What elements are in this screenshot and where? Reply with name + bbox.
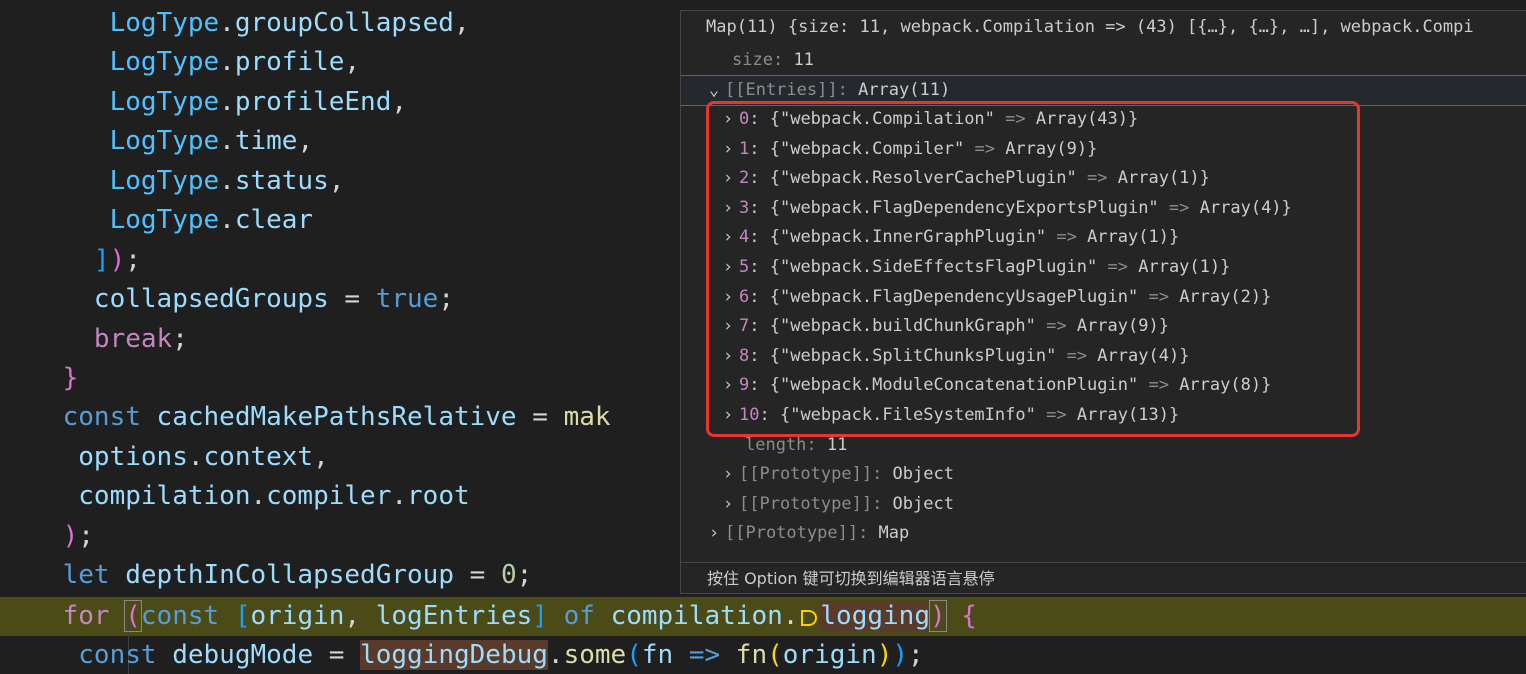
chevron-right-icon[interactable]: › — [717, 371, 739, 400]
entry-key: "webpack.ModuleConcatenationPlugin" — [779, 375, 1139, 396]
code-line: const debugMode = loggingDebug.some(fn =… — [78, 640, 924, 670]
tree-row-prototype[interactable]: › [[Prototype]]: Map — [681, 519, 1526, 548]
chevron-right-icon[interactable]: › — [717, 194, 739, 223]
entry-arrow: => — [1148, 286, 1169, 307]
entry-row[interactable]: › 1: {"webpack.Compiler" => Array(9)} — [681, 135, 1526, 164]
chevron-right-icon[interactable]: › — [717, 401, 739, 430]
entry-value: Array(2) — [1179, 286, 1262, 307]
entry-row[interactable]: › 6: {"webpack.FlagDependencyUsagePlugin"… — [681, 283, 1526, 312]
entry-row[interactable]: › 4: {"webpack.InnerGraphPlugin" => Array… — [681, 223, 1526, 252]
entry-value: Array(1) — [1087, 227, 1169, 248]
entry-value: Array(4) — [1097, 345, 1180, 366]
hover-footer-hint: 按住 Option 键可切换到编辑器语言悬停 — [707, 569, 995, 588]
chevron-right-icon[interactable]: › — [717, 490, 739, 519]
entry-row[interactable]: › 7: {"webpack.buildChunkGraph" => Array(… — [681, 312, 1526, 341]
debug-hover-popup[interactable]: Map(11) {size: 11, webpack.Compilation =… — [680, 10, 1526, 594]
entry-arrow: => — [1005, 109, 1026, 129]
entry-arrow: => — [1056, 227, 1077, 248]
chevron-right-icon[interactable]: › — [703, 519, 725, 548]
chevron-right-icon[interactable]: › — [717, 135, 739, 164]
chevron-right-icon[interactable]: › — [717, 460, 739, 489]
entry-index: 9 — [739, 375, 750, 396]
debug-step-icon[interactable] — [801, 610, 818, 626]
hover-title: Map(11) {size: 11, webpack.Compilation =… — [706, 17, 1474, 37]
chevron-right-icon[interactable]: › — [717, 105, 739, 134]
entry-index: 6 — [739, 286, 750, 307]
entry-row[interactable]: › 8: {"webpack.SplitChunksPlugin" => Arra… — [681, 342, 1526, 371]
chevron-down-icon[interactable]: ⌄ — [703, 76, 725, 105]
entry-row[interactable]: › 9: {"webpack.ModuleConcatenationPlugin"… — [681, 371, 1526, 400]
tree-row-prototype[interactable]: › [[Prototype]]: Object — [681, 460, 1526, 489]
chevron-right-icon[interactable]: › — [717, 283, 739, 312]
entry-key: "webpack.FileSystemInfo" — [790, 405, 1036, 425]
entry-arrow: => — [1066, 345, 1088, 366]
chevron-right-icon[interactable]: › — [717, 223, 739, 252]
entry-value: Array(8) — [1179, 375, 1262, 396]
entry-value: Array(43) — [1035, 109, 1129, 129]
code-line-current: for (const [origin, logEntries] of compi… — [62, 600, 977, 632]
hover-footer-divider — [681, 562, 1526, 563]
entry-key: "webpack.buildChunkGraph" — [779, 316, 1036, 337]
entry-key: "webpack.ResolverCachePlugin" — [779, 168, 1077, 189]
entry-key: "webpack.FlagDependencyExportsPlugin" — [779, 197, 1159, 218]
code-editor[interactable]: LogType.groupCollapsed, LogType.profile,… — [0, 0, 1526, 674]
entry-key: "webpack.Compiler" — [779, 138, 965, 159]
entry-arrow: => — [974, 138, 995, 159]
entry-row[interactable]: › 2: {"webpack.ResolverCachePlugin" => Ar… — [681, 164, 1526, 193]
entry-arrow: => — [1046, 405, 1067, 425]
entry-key: "webpack.FlagDependencyUsagePlugin" — [779, 286, 1139, 307]
chevron-right-icon[interactable]: › — [717, 164, 739, 193]
entry-index: 7 — [739, 316, 750, 337]
chevron-right-icon[interactable]: › — [717, 342, 739, 371]
tree-row-length[interactable]: length: 11 — [681, 431, 1526, 460]
chevron-right-icon[interactable]: › — [717, 253, 739, 282]
entry-index: 5 — [739, 257, 750, 277]
entry-value: Array(4) — [1199, 197, 1282, 218]
entry-arrow: => — [1168, 197, 1190, 218]
entry-arrow: => — [1087, 168, 1108, 189]
entry-key: "webpack.InnerGraphPlugin" — [779, 227, 1047, 248]
entry-key: "webpack.Compilation" — [779, 109, 995, 129]
entry-index: 4 — [739, 227, 750, 248]
entry-row[interactable]: › 0: {"webpack.Compilation" => Array(43)} — [681, 105, 1526, 134]
entry-row[interactable]: › 5: {"webpack.SideEffectsFlagPlugin" => … — [681, 253, 1526, 282]
entry-row[interactable]: › 10: {"webpack.FileSystemInfo" => Array(… — [681, 401, 1526, 430]
tree-row-prototype[interactable]: › [[Prototype]]: Object — [681, 490, 1526, 519]
entry-index: 0 — [739, 109, 750, 129]
entry-index: 2 — [739, 168, 750, 189]
entry-value: Array(1) — [1117, 168, 1200, 189]
entry-value: Array(1) — [1138, 257, 1221, 277]
entry-index: 8 — [739, 345, 750, 366]
entry-key: "webpack.SideEffectsFlagPlugin" — [779, 257, 1098, 277]
entry-index: 1 — [739, 138, 750, 159]
entry-index: 3 — [739, 197, 750, 218]
tree-row-entries[interactable]: ⌄ [[Entries]]: Array(11) — [681, 75, 1526, 106]
entry-row[interactable]: › 3: {"webpack.FlagDependencyExportsPlugi… — [681, 194, 1526, 223]
hovered-identifier-logging[interactable]: logging — [820, 601, 930, 631]
entry-arrow: => — [1107, 257, 1128, 277]
entry-arrow: => — [1148, 375, 1169, 396]
identifier-logtype: LogType — [109, 8, 220, 38]
entry-value: Array(9) — [1005, 138, 1088, 159]
chevron-right-icon[interactable]: › — [717, 312, 739, 341]
entry-index: 10 — [739, 405, 760, 425]
entry-arrow: => — [1046, 316, 1067, 337]
entry-value: Array(9) — [1076, 316, 1159, 337]
entry-key: "webpack.SplitChunksPlugin" — [779, 345, 1057, 366]
entry-value: Array(13) — [1076, 405, 1169, 425]
tree-row-size[interactable]: size: 11 — [681, 46, 1526, 75]
